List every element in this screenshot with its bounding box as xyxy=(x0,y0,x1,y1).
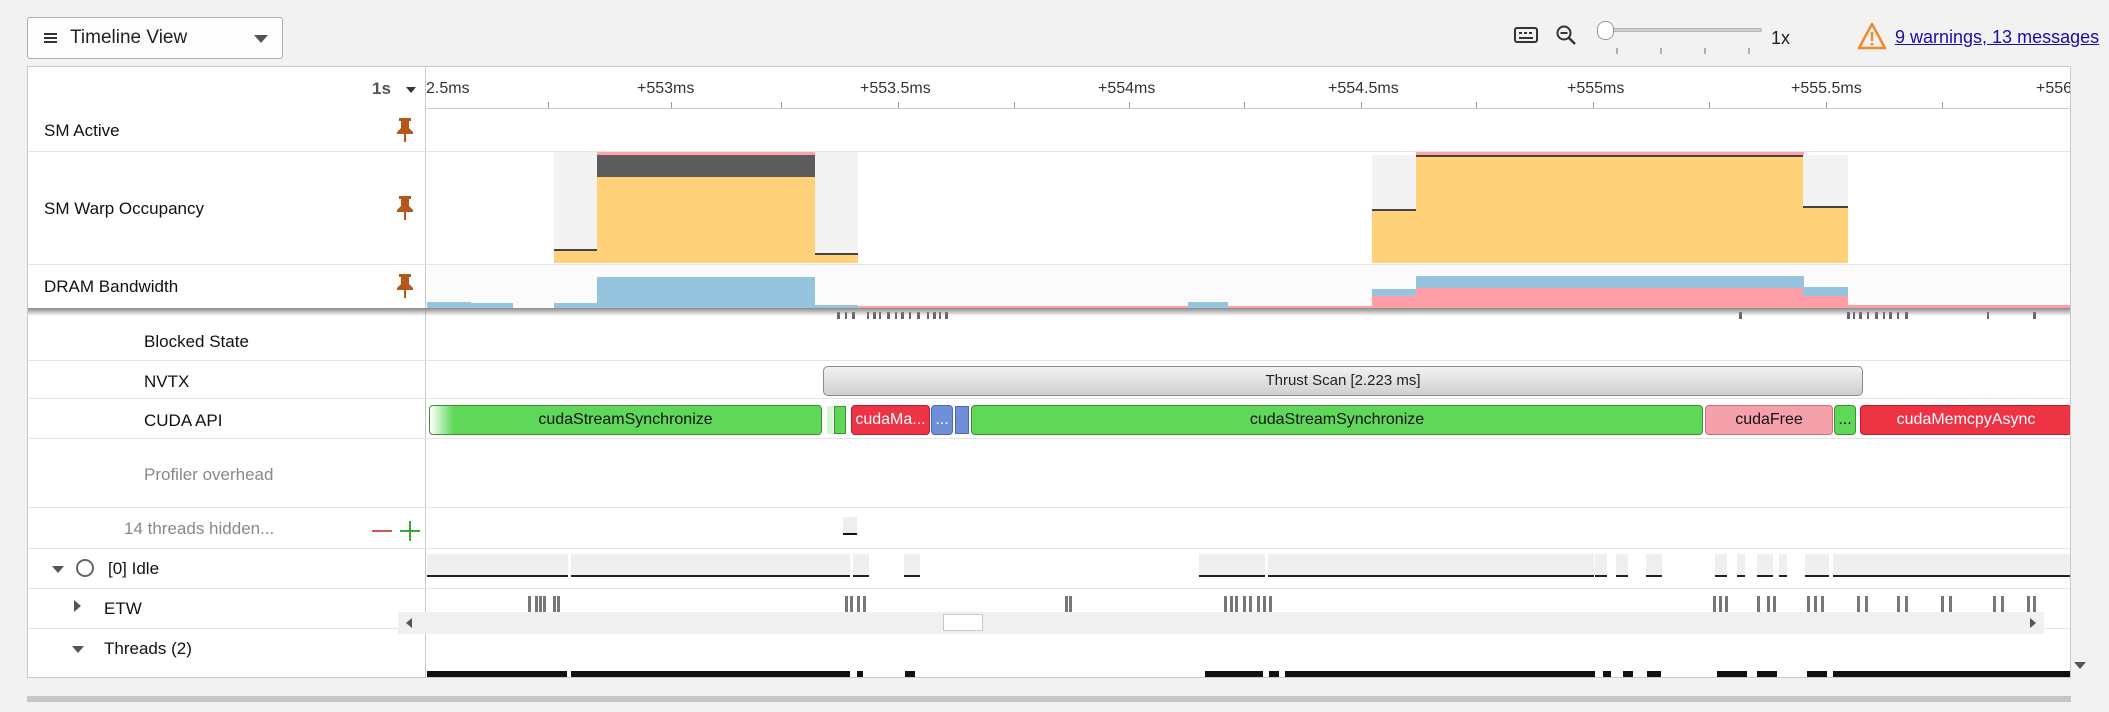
zoom-tick xyxy=(1660,48,1662,54)
zoom-slider-track[interactable] xyxy=(1604,28,1762,32)
ruler-label: 2.5ms xyxy=(426,80,470,97)
ruler-tick xyxy=(671,102,672,108)
ruler-tick xyxy=(1942,102,1943,108)
nvtx-range-bar[interactable]: Thrust Scan [2.223 ms] xyxy=(823,366,1863,396)
ruler-label: +553ms xyxy=(637,80,695,97)
zoom-out-icon[interactable] xyxy=(1556,25,1576,45)
cuda-api-call-small[interactable] xyxy=(834,406,846,434)
thread-state-icon xyxy=(76,559,94,577)
cuda-api-call[interactable]: cudaFree xyxy=(1705,405,1833,435)
row-label-nvtx: NVTX xyxy=(144,372,190,391)
warp-bar xyxy=(1372,211,1417,263)
cuda-api-call[interactable]: cudaStreamSynchronize xyxy=(971,405,1703,435)
zoom-tick xyxy=(1704,48,1706,54)
expand-toggle-etw[interactable] xyxy=(74,600,81,612)
time-ruler[interactable]: 2.5ms +553ms +553.5ms +554ms +554.5ms +5… xyxy=(426,67,2071,109)
cuda-api-call[interactable]: ... xyxy=(931,405,953,435)
zoom-tick xyxy=(1748,48,1750,54)
ruler-label: +555ms xyxy=(1567,80,1625,97)
row-label-sm-active: SM Active xyxy=(44,121,120,140)
cuda-api-call[interactable]: cudaMa... xyxy=(851,405,930,435)
ruler-label: +555.5ms xyxy=(1791,80,1862,97)
horizontal-scroll-thumb[interactable] xyxy=(943,614,983,631)
horizontal-scrollbar[interactable] xyxy=(398,612,2044,634)
hidden-thread-marker xyxy=(843,517,857,535)
ruler-label: +554.5ms xyxy=(1328,80,1399,97)
warp-bar xyxy=(815,255,858,263)
scale-label: 1s xyxy=(372,79,391,98)
expand-toggle-idle[interactable] xyxy=(52,566,64,573)
ruler-tick xyxy=(1014,102,1015,108)
ruler-label: +556 xyxy=(2036,80,2071,97)
row-label-dram-bandwidth: DRAM Bandwidth xyxy=(44,277,179,296)
ruler-tick xyxy=(1826,102,1827,108)
ruler-tick xyxy=(1361,102,1362,108)
warp-bar-dark xyxy=(597,155,815,177)
scroll-down-arrow[interactable] xyxy=(2074,662,2086,669)
cuda-api-call[interactable]: cudaStreamSynchronize xyxy=(429,405,822,435)
expand-threads-button-vertical xyxy=(409,521,411,541)
dram-write-bar xyxy=(1372,296,1417,308)
dram-read-bar xyxy=(597,277,815,308)
ruler-tick xyxy=(1593,102,1594,108)
row-label-idle: [0] Idle xyxy=(108,559,160,578)
menu-icon xyxy=(44,33,57,43)
warp-idle-segment xyxy=(815,155,858,263)
ruler-tick xyxy=(1476,102,1477,108)
row-label-etw: ETW xyxy=(104,599,142,618)
cuda-api-call[interactable]: cudaMemcpyAsync xyxy=(1860,405,2070,435)
hidden-threads-label[interactable]: 14 threads hidden... xyxy=(124,519,274,539)
warp-bar xyxy=(597,177,815,263)
row-label-sm-warp-occupancy: SM Warp Occupancy xyxy=(44,199,204,218)
ruler-tick xyxy=(1709,102,1710,108)
dram-write-bar xyxy=(1803,296,1848,308)
expand-toggle-threads[interactable] xyxy=(72,646,84,653)
warnings-link[interactable]: 9 warnings, 13 messages xyxy=(1895,27,2099,48)
zoom-slider-thumb[interactable] xyxy=(1597,21,1614,40)
ruler-tick xyxy=(548,102,549,108)
keyboard-icon[interactable] xyxy=(1514,27,1538,43)
ruler-label: +554ms xyxy=(1098,80,1156,97)
ruler-label: +553.5ms xyxy=(860,80,931,97)
pin-icon[interactable] xyxy=(396,273,414,299)
zoom-tick xyxy=(1616,48,1618,54)
warning-icon xyxy=(1857,22,1887,50)
scroll-right-arrow[interactable] xyxy=(2030,618,2036,628)
warp-bar xyxy=(1416,157,1804,263)
row-labels-column: 1s SM Active SM Warp Occupancy DRAM Band… xyxy=(28,67,426,677)
view-select-label: Timeline View xyxy=(70,27,188,48)
bottom-panel-resizer[interactable] xyxy=(27,696,2071,702)
cuda-api-call-small[interactable] xyxy=(827,406,833,434)
ruler-tick xyxy=(898,102,899,108)
pin-icon[interactable] xyxy=(396,195,414,221)
chevron-down-icon xyxy=(254,35,268,43)
ruler-tick xyxy=(1129,102,1130,108)
ruler-tick xyxy=(781,102,782,108)
zoom-level: 1x xyxy=(1771,28,1791,48)
scale-dropdown-icon[interactable] xyxy=(406,87,416,93)
scroll-left-arrow[interactable] xyxy=(406,618,412,628)
view-select-dropdown[interactable]: Timeline View xyxy=(27,17,283,59)
threads-activity-bars xyxy=(427,671,2070,677)
vertical-scrollbar[interactable] xyxy=(2071,66,2089,678)
row-label-cuda-api: CUDA API xyxy=(144,411,223,430)
warp-bar xyxy=(1803,208,1848,263)
collapse-threads-button[interactable] xyxy=(372,530,392,532)
pin-icon[interactable] xyxy=(396,117,414,143)
row-label-profiler-overhead: Profiler overhead xyxy=(144,465,274,484)
row-label-threads: Threads (2) xyxy=(104,639,192,658)
pinned-section-shadow xyxy=(28,308,2070,316)
cuda-api-call[interactable]: ... xyxy=(1834,405,1856,435)
dram-write-bar xyxy=(1416,288,1804,308)
ruler-tick xyxy=(1244,102,1245,108)
timeline-tracks[interactable]: Thrust Scan [2.223 ms] cudaStreamSynchro… xyxy=(427,110,2070,677)
warp-bar xyxy=(554,251,599,263)
cuda-api-call-small[interactable] xyxy=(955,406,969,434)
row-label-blocked-state: Blocked State xyxy=(144,332,249,351)
warp-idle-segment xyxy=(554,155,599,263)
idle-thread-segments xyxy=(427,554,2070,577)
timeline-panel: 1s SM Active SM Warp Occupancy DRAM Band… xyxy=(27,66,2071,678)
